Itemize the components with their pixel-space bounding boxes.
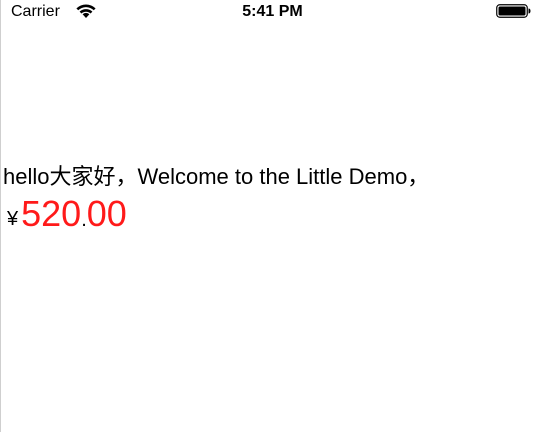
status-time: 5:41 PM [242,3,303,20]
app-screen: Carrier 5:41 PM hello大家好，Welcome to the … [0,0,543,432]
status-bar: Carrier 5:41 PM [1,0,543,26]
price-label: ¥520.00 [7,194,127,242]
price-currency-symbol: ¥ [7,208,19,230]
price-integer-part: 520 [21,193,82,234]
battery-icon [496,4,532,18]
welcome-text: hello大家好，Welcome to the Little Demo， [3,164,430,189]
price-decimal-part: 00 [86,193,127,234]
